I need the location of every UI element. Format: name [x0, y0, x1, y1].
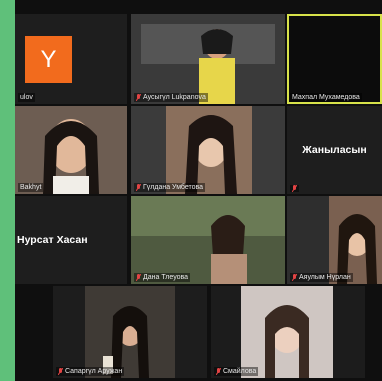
participant-name-label: Сапаргүл Аружан — [56, 367, 125, 376]
participant-video — [131, 106, 285, 194]
mic-muted-icon — [136, 184, 141, 191]
mic-muted-icon — [58, 368, 63, 375]
participant-name-label: Аусыгүл Lukpanova — [134, 93, 208, 102]
participant-video — [211, 286, 365, 378]
participant-video — [131, 196, 285, 284]
video-tile-4[interactable]: Bakhyt — [15, 106, 127, 194]
mic-muted-icon — [292, 185, 297, 192]
participant-name-label: Bakhyt — [18, 183, 44, 192]
video-tile-10[interactable]: Сапаргүл Аружан — [53, 286, 207, 378]
video-tile-11[interactable]: Смайлова — [211, 286, 365, 378]
mic-muted-icon — [136, 94, 141, 101]
video-tile-8[interactable]: Дана Тлеуова — [131, 196, 285, 284]
participant-name-label: Махпал Мухамедова — [290, 93, 362, 102]
mic-muted-icon — [216, 368, 221, 375]
video-tile-7[interactable]: Нурсат Хасан — [15, 196, 127, 284]
video-tile-6[interactable]: Жаныласын — [287, 106, 382, 194]
participant-video — [15, 106, 127, 194]
video-tile-2[interactable]: Аусыгүл Lukpanova — [131, 14, 285, 104]
side-accent-bar — [0, 0, 15, 381]
mic-muted-icon — [292, 274, 297, 281]
participant-name-label: Аяулым Нүрлан — [290, 273, 353, 282]
avatar: Y — [25, 36, 72, 83]
participant-name-label: ulov — [18, 93, 35, 102]
video-tile-9[interactable]: Аяулым Нүрлан — [287, 196, 382, 284]
participant-video — [53, 286, 207, 378]
participant-name-label: Гүлдана Умбетова — [134, 183, 206, 192]
participant-name-label: Смайлова — [214, 367, 259, 376]
video-tile-1[interactable]: Y ulov — [15, 14, 127, 104]
video-tile-3[interactable]: Махпал Мухамедова — [287, 14, 382, 104]
participant-display-name: Жаныласын — [302, 144, 367, 156]
mic-muted-icon — [136, 274, 141, 281]
video-tile-5[interactable]: Гүлдана Умбетова — [131, 106, 285, 194]
participant-video — [131, 14, 285, 104]
gallery-grid: Y ulov Аусыгүл Lukpanova Махпал Мухамедо… — [15, 0, 382, 381]
participant-name-label — [290, 185, 299, 192]
participant-video — [287, 196, 382, 284]
participant-name-label: Дана Тлеуова — [134, 273, 191, 282]
participant-display-name: Нурсат Хасан — [17, 234, 88, 246]
